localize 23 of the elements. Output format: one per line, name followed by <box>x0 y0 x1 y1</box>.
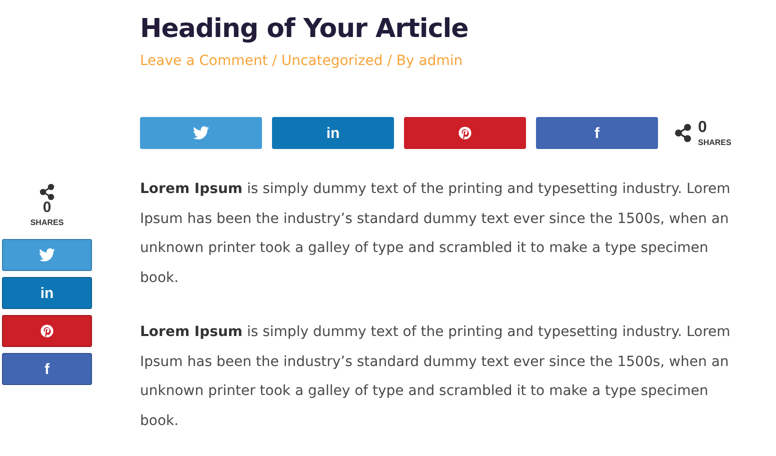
bird-icon <box>193 126 209 140</box>
linkedin-share-button[interactable]: in <box>272 117 394 149</box>
twitter-share-button[interactable] <box>140 117 262 149</box>
bird-icon <box>39 248 55 262</box>
facebook-share-button[interactable]: f <box>2 353 92 385</box>
shares-label: SHARES <box>30 218 64 227</box>
shares-label: SHARES <box>698 138 732 146</box>
paragraph: Lorem Ipsum is simply dummy text of the printing and typesetting industry. Lorem Ipsum has been the industry’s standard dummy text ever since the 1500s, when an unknown printer took a galley of type and scrambled it to make a type specimen book. <box>140 323 732 430</box>
share-count: 0 <box>698 120 708 136</box>
share-icon <box>39 184 55 200</box>
paragraph: Lorem Ipsum is simply dummy text of the printing and typesetting industry. Lorem Ipsum has been the industry’s standard dummy text ever since the 1500s, when an unknown printer took a galley of type and scrambled it to make a type specimen book. <box>140 180 732 288</box>
facebook-share-button[interactable]: f <box>536 117 658 149</box>
twitter-share-button[interactable] <box>2 239 92 271</box>
linkedin-share-button[interactable]: in <box>2 277 92 309</box>
meta-separator: / <box>271 53 278 69</box>
pinterest-share-button[interactable] <box>2 315 92 347</box>
share-icon <box>674 124 692 142</box>
pin-icon <box>39 324 55 338</box>
article-title: Heading of Your Article <box>140 13 470 46</box>
pin-icon <box>457 126 473 140</box>
pinterest-share-button[interactable] <box>404 117 526 149</box>
share-count: 0 <box>42 200 52 216</box>
meta-separator: / By <box>386 53 416 69</box>
